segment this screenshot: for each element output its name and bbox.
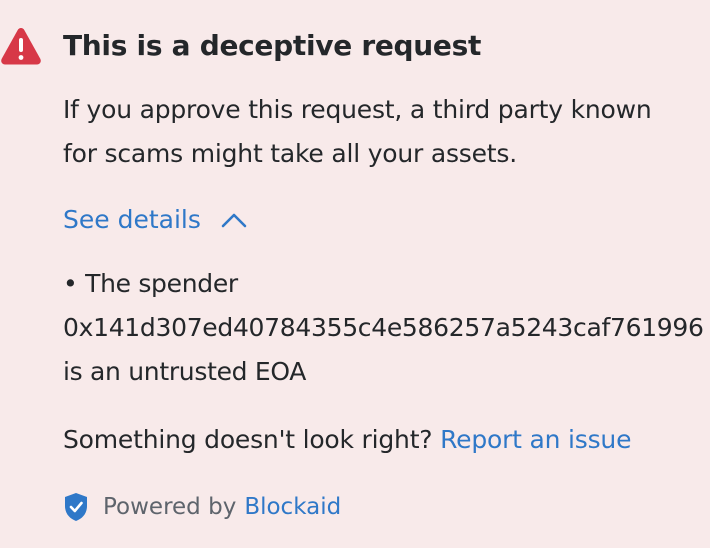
shield-check-icon bbox=[65, 493, 87, 521]
spender-address: 0x141d307ed40784355c4e586257a5243caf7619… bbox=[63, 313, 704, 342]
deceptive-request-alert: This is a deceptive request If you appro… bbox=[0, 0, 710, 548]
alert-description-line: If you approve this request, a third par… bbox=[63, 95, 652, 124]
alert-title: This is a deceptive request bbox=[63, 29, 482, 62]
blockaid-link[interactable]: Blockaid bbox=[244, 494, 341, 520]
report-prompt: Something doesn't look right? bbox=[63, 425, 433, 454]
warning-triangle-icon bbox=[1, 28, 41, 65]
see-details-toggle[interactable]: See details bbox=[63, 200, 247, 240]
alert-description: If you approve this request, a third par… bbox=[63, 88, 703, 176]
powered-by-row: Powered by Blockaid bbox=[63, 490, 341, 524]
report-issue-link[interactable]: Report an issue bbox=[440, 425, 631, 454]
see-details-label: See details bbox=[63, 205, 201, 234]
details-item-text: is an untrusted EOA bbox=[63, 357, 307, 386]
details-item-text: • The spender bbox=[63, 269, 238, 298]
details-list: • The spender 0x141d307ed40784355c4e5862… bbox=[63, 262, 710, 394]
powered-by-label: Powered by bbox=[103, 494, 237, 520]
report-issue-row: Something doesn't look right? Report an … bbox=[63, 420, 631, 460]
chevron-up-icon bbox=[221, 213, 247, 228]
alert-description-line: for scams might take all your assets. bbox=[63, 139, 517, 168]
